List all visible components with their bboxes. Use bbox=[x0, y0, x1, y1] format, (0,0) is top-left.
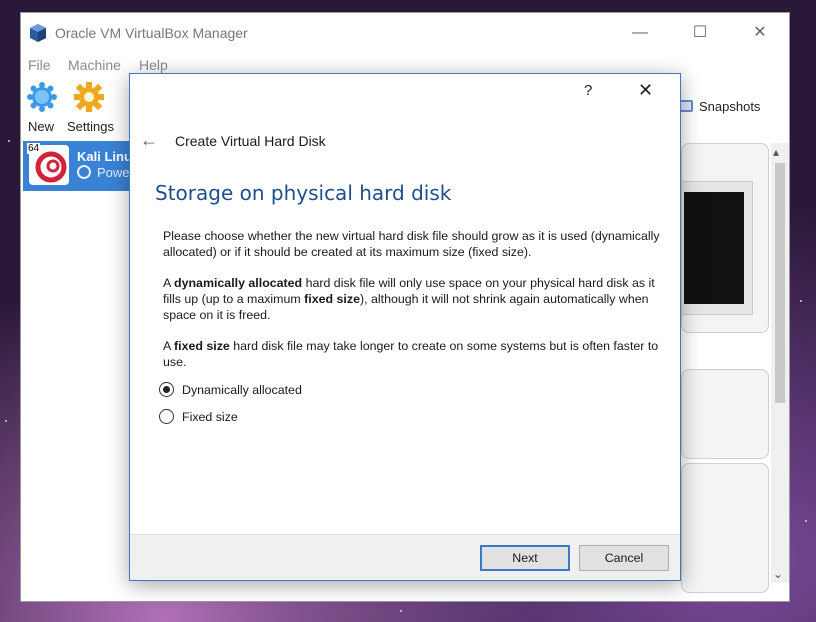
title-bar: Oracle VM VirtualBox Manager — ☐ ✕ bbox=[21, 13, 789, 53]
dynamic-description: A dynamically allocated hard disk file w… bbox=[163, 276, 655, 322]
settings-button[interactable]: Settings bbox=[67, 81, 114, 135]
page-heading: Storage on physical hard disk bbox=[155, 181, 452, 205]
dialog-title: Create Virtual Hard Disk bbox=[175, 133, 326, 149]
option-fixed-size[interactable]: Fixed size bbox=[159, 409, 238, 424]
preview-frame bbox=[681, 181, 753, 315]
radio-button[interactable] bbox=[159, 409, 174, 424]
scroll-up-icon[interactable]: ▴ bbox=[773, 145, 779, 159]
next-button[interactable]: Next bbox=[480, 545, 570, 571]
maximize-button[interactable]: ☐ bbox=[677, 21, 723, 45]
preview-screen bbox=[684, 192, 744, 304]
vm-state: Powered Off bbox=[77, 165, 133, 180]
menu-file[interactable]: File bbox=[28, 57, 51, 73]
power-icon bbox=[77, 165, 91, 179]
option-dynamically-allocated[interactable]: Dynamically allocated bbox=[159, 382, 302, 397]
background-star bbox=[5, 420, 7, 422]
vm-state-label: Powered Off bbox=[97, 165, 133, 180]
details-panel-section bbox=[681, 463, 769, 593]
option-label: Dynamically allocated bbox=[182, 382, 302, 397]
scroll-down-icon[interactable]: ⌄ bbox=[773, 567, 783, 581]
new-icon bbox=[27, 82, 57, 112]
back-arrow-icon[interactable]: ← bbox=[140, 130, 158, 151]
option-label: Fixed size bbox=[182, 409, 238, 424]
background-star bbox=[800, 300, 802, 302]
create-virtual-hard-disk-dialog: ? ✕ ← Create Virtual Hard Disk Storage o… bbox=[129, 73, 681, 581]
scrollbar-thumb[interactable] bbox=[775, 163, 785, 403]
intro-paragraph: Please choose whether the new virtual ha… bbox=[163, 229, 660, 259]
vm-name: Kali Linux bbox=[77, 149, 133, 164]
menu-help[interactable]: Help bbox=[139, 57, 168, 73]
dialog-close-button[interactable]: ✕ bbox=[638, 80, 653, 101]
bold-term: dynamically allocated bbox=[174, 276, 303, 290]
menu-machine[interactable]: Machine bbox=[68, 57, 121, 73]
close-window-button[interactable]: ✕ bbox=[737, 21, 783, 45]
virtualbox-app-icon bbox=[30, 24, 46, 42]
vm-list-item[interactable]: 64 Kali Linux Powered Off bbox=[23, 141, 135, 191]
camera-icon bbox=[679, 100, 693, 112]
radio-button-selected[interactable] bbox=[159, 382, 174, 397]
snapshots-button[interactable]: Snapshots bbox=[679, 99, 760, 114]
fixed-description: A fixed size hard disk file may take lon… bbox=[163, 339, 659, 369]
gear-icon bbox=[74, 82, 104, 112]
cancel-button[interactable]: Cancel bbox=[579, 545, 669, 571]
details-panel-section bbox=[681, 369, 769, 459]
minimize-button[interactable]: — bbox=[617, 21, 663, 45]
snapshots-label: Snapshots bbox=[699, 99, 761, 114]
arch-badge: 64 bbox=[27, 143, 41, 154]
new-vm-button[interactable]: New bbox=[25, 81, 59, 135]
bold-term: fixed size bbox=[174, 339, 230, 353]
vertical-scrollbar[interactable]: ▴ ⌄ bbox=[771, 143, 789, 583]
new-label: New bbox=[28, 119, 55, 134]
dialog-footer: Next Cancel bbox=[130, 534, 680, 580]
background-star bbox=[805, 520, 807, 522]
bold-term: fixed size bbox=[304, 292, 360, 306]
background-star bbox=[400, 610, 402, 612]
help-button[interactable]: ? bbox=[584, 82, 592, 99]
settings-label: Settings bbox=[67, 119, 114, 134]
window-title: Oracle VM VirtualBox Manager bbox=[55, 25, 248, 41]
background-star bbox=[8, 140, 10, 142]
